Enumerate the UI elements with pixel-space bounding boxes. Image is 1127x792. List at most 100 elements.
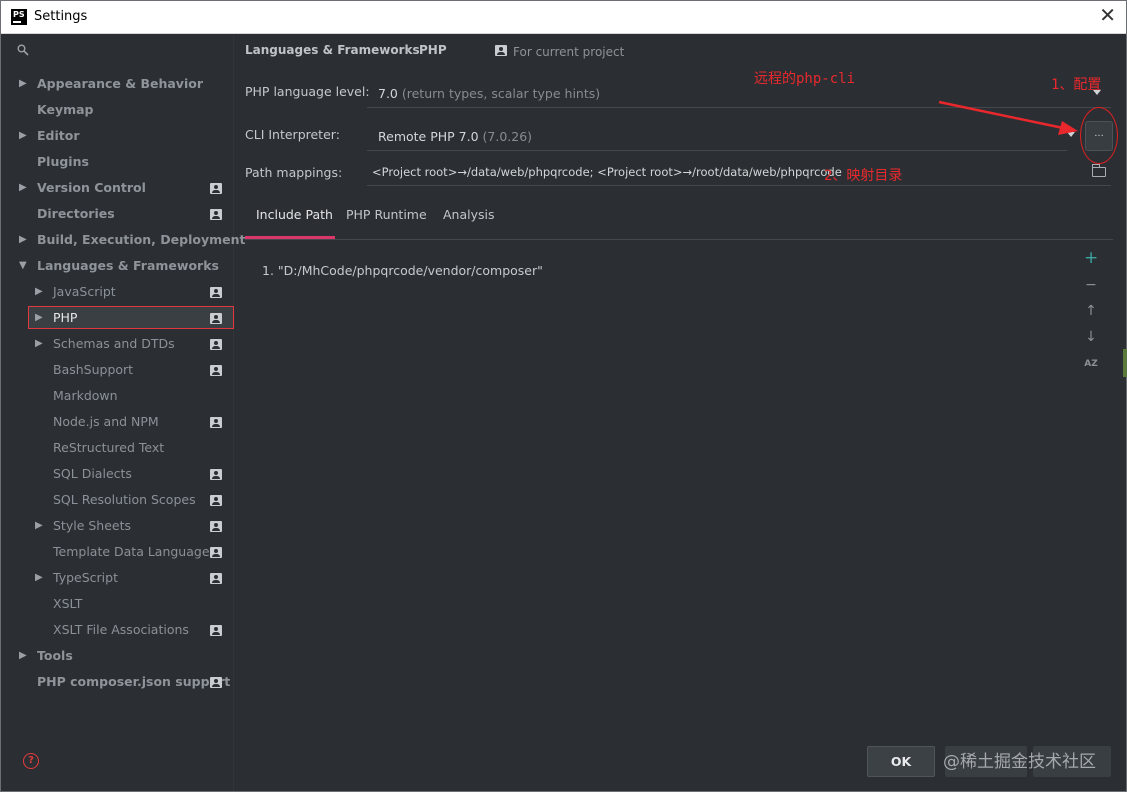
sidebar-item-editor[interactable]: ▶ Editor — [19, 125, 80, 147]
tab-analysis[interactable]: Analysis — [443, 207, 495, 222]
sidebar-item-label: Appearance & Behavior — [37, 76, 203, 91]
annotation-step2: 2、映射目录 — [824, 168, 903, 184]
project-scope-icon — [210, 183, 222, 194]
sidebar-item-label: Version Control — [37, 180, 146, 195]
annotation-remote-cli: 远程的php-cli — [754, 71, 856, 87]
ok-button[interactable]: OK — [867, 746, 935, 777]
active-tab-indicator — [245, 236, 335, 239]
sidebar-item-xslt[interactable]: XSLT — [53, 593, 82, 615]
sidebar-item-schemas-and-dtds[interactable]: ▶ Schemas and DTDs — [35, 333, 175, 355]
sidebar-item-label: Tools — [37, 648, 73, 663]
collapsed-arrow-icon[interactable]: ▶ — [19, 73, 27, 95]
sidebar-item-label: Directories — [37, 206, 115, 221]
project-scope-icon — [210, 209, 222, 220]
sidebar-item-bashsupport[interactable]: BashSupport — [53, 359, 133, 381]
window-title: Settings — [34, 9, 88, 24]
cli-interpreter-version: (7.0.26) — [482, 129, 533, 144]
project-scope-icon — [210, 677, 222, 688]
sidebar-item-keymap[interactable]: Keymap — [37, 99, 94, 121]
sidebar-item-label: Build, Execution, Deployment — [37, 232, 246, 247]
breadcrumb-parent[interactable]: Languages & Frameworks — [245, 43, 420, 57]
sidebar-item-plugins[interactable]: Plugins — [37, 151, 89, 173]
collapsed-arrow-icon[interactable]: ▶ — [35, 281, 43, 303]
cli-interpreter-select[interactable]: Remote PHP 7.0 (7.0.26) — [378, 129, 532, 144]
sidebar-item-markdown[interactable]: Markdown — [53, 385, 118, 407]
sidebar-item-xslt-file-associations[interactable]: XSLT File Associations — [53, 619, 189, 641]
project-scope-icon — [210, 547, 222, 558]
sidebar-item-build-execution-deployment[interactable]: ▶ Build, Execution, Deployment — [19, 229, 246, 251]
sidebar-item-template-data-languages[interactable]: Template Data Languages — [53, 541, 216, 563]
sidebar-item-restructured-text[interactable]: ReStructured Text — [53, 437, 164, 459]
sidebar-item-label: Node.js and NPM — [53, 414, 159, 429]
path-mappings-field[interactable]: <Project root>→/data/web/phpqrcode; <Pro… — [372, 165, 842, 179]
folder-icon[interactable] — [1092, 164, 1106, 177]
move-up-icon[interactable]: ↑ — [1084, 304, 1098, 318]
sidebar-item-label: TypeScript — [53, 570, 118, 585]
breadcrumb-current: PHP — [419, 43, 447, 57]
sidebar-item-label: PHP composer.json support — [37, 674, 231, 689]
annotation-arrow-icon — [938, 100, 1078, 135]
project-scope-icon — [210, 287, 222, 298]
sidebar-item-label: Plugins — [37, 154, 89, 169]
breadcrumb-separator: › — [405, 42, 411, 57]
path-mappings-label: Path mappings: — [245, 165, 343, 180]
tab-php-runtime[interactable]: PHP Runtime — [346, 207, 427, 222]
project-scope-icon — [210, 573, 222, 584]
close-icon[interactable]: ✕ — [1099, 5, 1116, 25]
sidebar-item-label: SQL Dialects — [53, 466, 132, 481]
divider — [367, 150, 1067, 151]
tab-include-path[interactable]: Include Path — [256, 207, 333, 222]
collapsed-arrow-icon[interactable]: ▶ — [19, 229, 27, 251]
cli-interpreter-value: Remote PHP 7.0 — [378, 129, 479, 144]
phpstorm-logo-icon: PS — [11, 9, 27, 25]
sidebar-item-typescript[interactable]: ▶ TypeScript — [35, 567, 118, 589]
sidebar-item-label: Keymap — [37, 102, 94, 117]
expanded-arrow-icon[interactable]: ▼ — [19, 255, 27, 277]
sidebar-item-node-js-and-npm[interactable]: Node.js and NPM — [53, 411, 159, 433]
sidebar-item-label: Schemas and DTDs — [53, 336, 175, 351]
collapsed-arrow-icon[interactable]: ▶ — [35, 307, 43, 329]
sidebar-item-tools[interactable]: ▶ Tools — [19, 645, 73, 667]
project-scope-icon — [210, 495, 222, 506]
collapsed-arrow-icon[interactable]: ▶ — [35, 333, 43, 355]
divider — [367, 185, 1111, 186]
annotation-ellipse — [1080, 107, 1118, 164]
collapsed-arrow-icon[interactable]: ▶ — [19, 177, 27, 199]
help-icon[interactable]: ? — [23, 753, 39, 769]
php-language-level-label: PHP language level: — [245, 84, 370, 99]
settings-dialog: PS Settings ✕ ▶ Appearance & Behavior Keym… — [0, 0, 1127, 792]
project-scope-icon — [210, 313, 222, 324]
list-item[interactable]: 1. "D:/MhCode/phpqrcode/vendor/composer" — [262, 263, 543, 278]
sidebar-item-sql-dialects[interactable]: SQL Dialects — [53, 463, 132, 485]
search-icon[interactable] — [17, 44, 29, 56]
sidebar-item-label: Style Sheets — [53, 518, 132, 533]
title-bar: PS Settings ✕ — [1, 1, 1126, 34]
project-scope-icon — [210, 365, 222, 376]
cli-interpreter-label: CLI Interpreter: — [245, 127, 340, 142]
collapsed-arrow-icon[interactable]: ▶ — [19, 125, 27, 147]
sidebar-item-php-composer-json-support[interactable]: PHP composer.json support — [37, 671, 230, 693]
sidebar-item-appearance-behavior[interactable]: ▶ Appearance & Behavior — [19, 73, 203, 95]
project-scope-icon — [210, 625, 222, 636]
sidebar-item-directories[interactable]: Directories — [37, 203, 115, 225]
php-language-level-select[interactable]: 7.0 (return types, scalar type hints) — [378, 86, 600, 101]
sidebar-item-label: XSLT — [53, 596, 83, 611]
sidebar-item-label: PHP — [53, 310, 78, 325]
collapsed-arrow-icon[interactable]: ▶ — [35, 515, 43, 537]
sidebar-item-php[interactable]: ▶ PHP — [35, 307, 78, 329]
sidebar-item-sql-resolution-scopes[interactable]: SQL Resolution Scopes — [53, 489, 196, 511]
move-down-icon[interactable]: ↓ — [1084, 330, 1098, 344]
sort-icon[interactable]: AZ — [1084, 357, 1098, 371]
php-language-level-hint: (return types, scalar type hints) — [401, 86, 601, 101]
collapsed-arrow-icon[interactable]: ▶ — [19, 645, 27, 667]
sidebar-item-languages-frameworks[interactable]: ▼ Languages & Frameworks — [19, 255, 219, 277]
sidebar-item-version-control[interactable]: ▶ Version Control — [19, 177, 146, 199]
sidebar-item-label: BashSupport — [53, 362, 134, 377]
remove-icon[interactable]: − — [1084, 278, 1098, 292]
add-icon[interactable]: + — [1084, 250, 1098, 267]
sidebar-item-style-sheets[interactable]: ▶ Style Sheets — [35, 515, 132, 537]
sidebar-item-label: Editor — [37, 128, 80, 143]
tabs-divider — [245, 239, 1113, 240]
collapsed-arrow-icon[interactable]: ▶ — [35, 567, 43, 589]
sidebar-item-javascript[interactable]: ▶ JavaScript — [35, 281, 116, 303]
